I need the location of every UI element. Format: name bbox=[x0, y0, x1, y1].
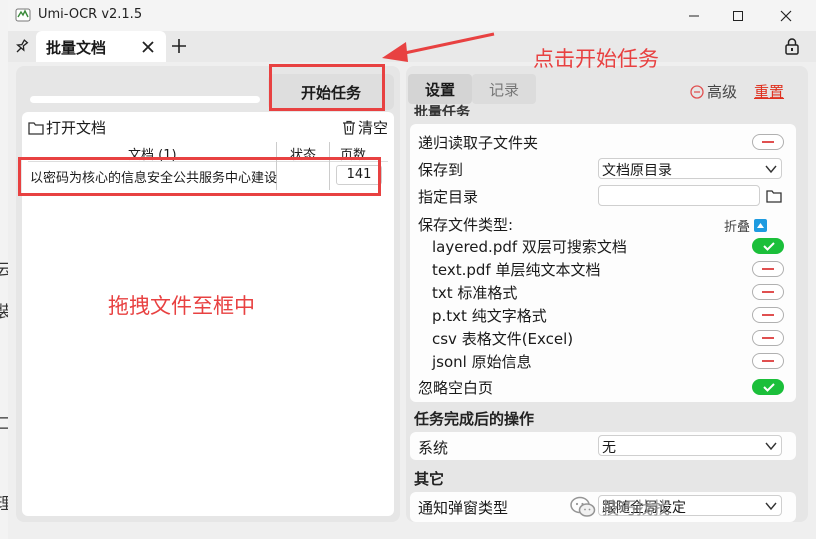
dir-input[interactable] bbox=[598, 185, 760, 206]
right-panel: 设置 记录 高级 重置 批量任务 递归读取子文件夹 保存到 文档原目录 指定目录 bbox=[406, 66, 808, 522]
type-toggle[interactable] bbox=[752, 353, 784, 369]
annotation-arrow-icon bbox=[382, 32, 495, 62]
highlight-box-file bbox=[18, 157, 381, 196]
tab-label: 批量文档 bbox=[46, 39, 107, 57]
save-to-label: 保存到 bbox=[418, 161, 464, 179]
window-title: Umi-OCR v2.1.5 bbox=[38, 7, 143, 22]
type-label: p.txt 纯文字格式 bbox=[432, 307, 547, 325]
type-toggle[interactable] bbox=[752, 238, 784, 254]
advanced-label: 高级 bbox=[707, 83, 738, 101]
system-select[interactable]: 无 bbox=[598, 435, 782, 456]
app-window: Umi-OCR v2.1.5 批量文档 开始任务 打开文档 清空 文档 (1) … bbox=[8, 0, 816, 539]
fold-button[interactable]: 折叠 bbox=[724, 216, 768, 235]
desktop-background: 云 装 口 理 bbox=[0, 0, 12, 539]
type-label: layered.pdf 双层可搜索文档 bbox=[432, 238, 627, 256]
highlight-box-start bbox=[269, 64, 385, 111]
minimize-button[interactable] bbox=[672, 0, 716, 31]
ignore-blank-toggle[interactable] bbox=[752, 379, 784, 395]
close-icon bbox=[780, 10, 792, 21]
watermark-text: 技巧找找 bbox=[602, 499, 670, 519]
notify-label: 通知弹窗类型 bbox=[418, 499, 509, 517]
save-to-select[interactable]: 文档原目录 bbox=[598, 158, 782, 179]
close-window-button[interactable] bbox=[764, 0, 808, 31]
type-label: jsonl 原始信息 bbox=[432, 353, 532, 371]
progress-bar bbox=[30, 96, 260, 103]
check-icon bbox=[763, 242, 775, 251]
minus-circle-icon bbox=[690, 84, 704, 99]
type-toggle[interactable] bbox=[752, 261, 784, 277]
save-to-value: 文档原目录 bbox=[602, 163, 672, 179]
wechat-logo-icon bbox=[570, 496, 596, 517]
open-doc-button[interactable]: 打开文档 bbox=[28, 117, 106, 138]
collapse-up-icon bbox=[754, 219, 768, 232]
type-label: txt 标准格式 bbox=[432, 284, 518, 302]
add-tab-icon[interactable] bbox=[170, 37, 188, 55]
pin-icon[interactable] bbox=[14, 38, 30, 54]
recursive-label: 递归读取子文件夹 bbox=[418, 134, 539, 152]
dir-label: 指定目录 bbox=[418, 188, 479, 206]
ignore-blank-label: 忽略空白页 bbox=[418, 379, 494, 397]
batch-settings-card: 递归读取子文件夹 保存到 文档原目录 指定目录 保存文件类型: 折叠 layer… bbox=[410, 124, 796, 402]
tab-settings[interactable]: 设置 bbox=[408, 74, 472, 104]
maximize-icon bbox=[733, 10, 743, 21]
chevron-down-icon bbox=[765, 502, 777, 511]
system-value: 无 bbox=[602, 440, 616, 456]
check-icon bbox=[763, 383, 775, 392]
lock-icon[interactable] bbox=[784, 37, 800, 55]
open-doc-label: 打开文档 bbox=[46, 119, 107, 137]
clear-label: 清空 bbox=[357, 119, 388, 137]
fold-label: 折叠 bbox=[724, 220, 751, 235]
type-toggle[interactable] bbox=[752, 284, 784, 300]
section-title-other: 其它 bbox=[414, 470, 445, 488]
filetype-label: 保存文件类型: bbox=[418, 216, 514, 234]
type-toggle[interactable] bbox=[752, 307, 784, 323]
reset-link[interactable]: 重置 bbox=[754, 81, 784, 102]
trash-icon bbox=[342, 120, 355, 135]
clear-button[interactable]: 清空 bbox=[342, 117, 388, 138]
chevron-down-icon bbox=[765, 165, 777, 174]
folder-icon bbox=[28, 121, 44, 135]
section-title-after-task: 任务完成后的操作 bbox=[414, 410, 535, 428]
annotation-click-start: 点击开始任务 bbox=[533, 47, 659, 71]
tab-batch-doc[interactable]: 批量文档 bbox=[36, 31, 166, 62]
tab-close-icon[interactable] bbox=[140, 39, 156, 55]
maximize-button[interactable] bbox=[716, 0, 760, 31]
type-label: csv 表格文件(Excel) bbox=[432, 330, 574, 348]
chevron-down-icon bbox=[765, 442, 777, 451]
browse-folder-icon[interactable] bbox=[766, 189, 782, 203]
system-label: 系统 bbox=[418, 439, 449, 457]
minimize-icon bbox=[689, 15, 699, 16]
advanced-toggle[interactable]: 高级 bbox=[690, 81, 737, 102]
annotation-drag-file: 拖拽文件至框中 bbox=[108, 294, 255, 318]
recursive-toggle[interactable] bbox=[752, 134, 784, 150]
tab-records[interactable]: 记录 bbox=[472, 74, 536, 104]
title-bar: Umi-OCR v2.1.5 bbox=[8, 0, 816, 31]
after-task-card: 系统 无 bbox=[410, 432, 796, 460]
type-label: text.pdf 单层纯文本文档 bbox=[432, 261, 601, 279]
section-title-batch: 批量任务 bbox=[414, 105, 470, 116]
app-logo-icon bbox=[15, 8, 31, 22]
watermark: 技巧找找 bbox=[570, 494, 670, 519]
type-toggle[interactable] bbox=[752, 330, 784, 346]
